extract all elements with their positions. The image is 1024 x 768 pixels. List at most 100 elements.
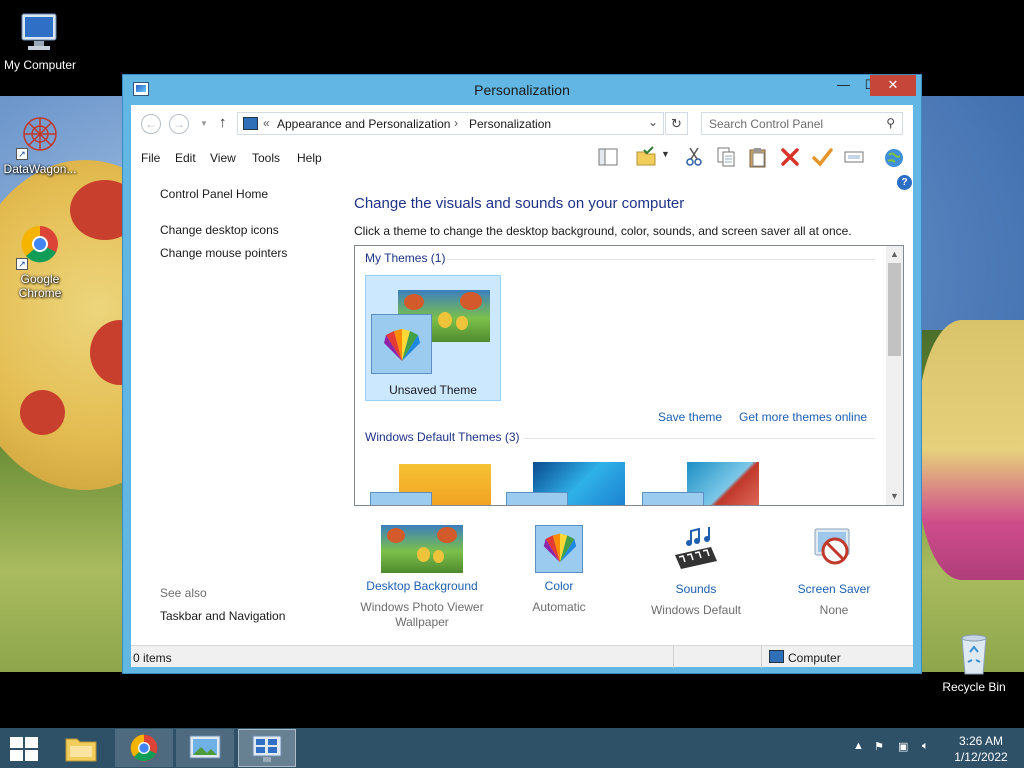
taskbar-clock[interactable]: 3:26 AM 1/12/2022 <box>948 733 1014 765</box>
desktop-background-value: Windows Photo Viewer Wallpaper <box>360 600 484 629</box>
control-panel-icon <box>243 117 258 130</box>
window-title: Personalization <box>474 82 570 98</box>
action-center-flag-icon[interactable]: ⚑ <box>874 740 884 753</box>
properties-check-icon[interactable] <box>811 146 833 168</box>
theme-unsaved-label: Unsaved Theme <box>389 383 477 397</box>
menu-help[interactable]: Help <box>297 151 322 165</box>
desktop-icon-recycle-bin[interactable]: Recycle Bin <box>934 630 1014 694</box>
group-divider <box>523 438 875 439</box>
taskbar-control-panel[interactable] <box>238 729 296 767</box>
computer-icon <box>16 8 64 56</box>
change-mouse-pointers-link[interactable]: Change mouse pointers <box>160 246 287 260</box>
desktop-icon-datawagon[interactable]: ↗ DataWagon... <box>0 112 80 176</box>
scroll-down-arrow-icon[interactable]: ▼ <box>886 488 903 505</box>
folder-options-icon[interactable] <box>635 146 657 168</box>
minimize-button[interactable]: — <box>830 75 857 96</box>
preview-pane-icon[interactable] <box>597 146 619 168</box>
address-row: ← → ▼ ↑ « Appearance and Personalization… <box>131 105 913 141</box>
breadcrumb-separator[interactable]: › <box>454 116 458 130</box>
sounds-item[interactable]: Sounds Windows Default <box>628 525 764 618</box>
desktop-icon-my-computer[interactable]: My Computer <box>0 8 80 72</box>
status-items-count: 0 items <box>133 651 172 665</box>
address-overflow[interactable]: « <box>263 116 270 130</box>
page-title: Change the visuals and sounds on your co… <box>354 195 685 212</box>
forward-button[interactable]: → <box>169 114 189 134</box>
taskbar-chrome[interactable] <box>115 729 173 767</box>
windows-logo-icon <box>10 737 23 748</box>
close-button[interactable]: ✕ <box>870 75 916 96</box>
window-titlebar[interactable]: Personalization — ☐ ✕ <box>123 75 921 105</box>
menu-tools[interactable]: Tools <box>252 151 280 165</box>
my-themes-title: My Themes (1) <box>365 251 446 265</box>
search-input[interactable] <box>702 113 872 134</box>
theme-list[interactable]: My Themes (1) Unsaved Theme Save theme G… <box>354 245 904 506</box>
chrome-icon: ↗ <box>16 222 64 270</box>
desktop-icon-google-chrome[interactable]: ↗ Google Chrome <box>0 222 80 300</box>
recycle-bin-icon <box>950 630 998 678</box>
folder-options-dropdown-icon[interactable]: ▼ <box>661 149 683 171</box>
color-item[interactable]: Color Automatic <box>491 525 627 615</box>
sounds-label[interactable]: Sounds <box>628 582 764 596</box>
search-box: ⚲ <box>701 112 903 135</box>
show-hidden-icons-button[interactable]: ▲ <box>853 740 864 752</box>
up-button[interactable]: ↑ <box>219 114 227 131</box>
change-desktop-icons-link[interactable]: Change desktop icons <box>160 223 279 237</box>
save-theme-link[interactable]: Save theme <box>658 410 722 424</box>
menu-edit[interactable]: Edit <box>175 151 196 165</box>
paste-icon[interactable] <box>747 146 769 168</box>
theme-color-chip <box>642 492 704 505</box>
shortcut-arrow-icon: ↗ <box>16 148 28 160</box>
default-themes-title: Windows Default Themes (3) <box>365 430 520 444</box>
color-fan-icon <box>543 533 577 563</box>
desktop-background-label[interactable]: Desktop Background <box>354 579 490 593</box>
color-swatch <box>535 525 583 573</box>
get-more-themes-link[interactable]: Get more themes online <box>739 410 867 424</box>
start-button[interactable] <box>10 737 38 761</box>
scroll-up-arrow-icon[interactable]: ▲ <box>886 246 903 263</box>
screen-saver-value: None <box>819 603 849 617</box>
cut-icon[interactable] <box>683 146 705 168</box>
desktop-background-thumbnail <box>381 525 463 573</box>
desktop-background-item[interactable]: Desktop Background Windows Photo Viewer … <box>354 525 490 630</box>
network-icon[interactable]: ▣ <box>898 740 908 753</box>
see-also-title: See also <box>160 586 207 600</box>
breadcrumb-personalization[interactable]: Personalization <box>469 117 551 131</box>
rename-icon[interactable] <box>843 146 865 168</box>
screen-saver-item[interactable]: Screen Saver None <box>766 525 902 618</box>
menu-file[interactable]: File <box>141 151 160 165</box>
shortcut-arrow-icon: ↗ <box>16 258 28 270</box>
theme-unsaved[interactable]: Unsaved Theme <box>365 275 501 401</box>
screen-saver-icon <box>814 528 850 565</box>
control-panel-icon <box>252 735 282 762</box>
refresh-button[interactable]: ↻ <box>665 112 688 135</box>
theme-color-chip <box>370 492 432 505</box>
recent-locations-button[interactable]: ▼ <box>200 119 208 128</box>
screen-saver-label[interactable]: Screen Saver <box>766 582 902 596</box>
delete-icon[interactable] <box>779 146 801 168</box>
breadcrumb-appearance[interactable]: Appearance and Personalization <box>277 117 450 131</box>
internet-globe-icon[interactable] <box>883 146 905 168</box>
copy-icon[interactable] <box>715 146 737 168</box>
taskbar-photo-viewer[interactable] <box>176 729 234 767</box>
theme-color-chip <box>506 492 568 505</box>
control-panel-home-link[interactable]: Control Panel Home <box>160 187 268 201</box>
clock-date: 1/12/2022 <box>954 750 1008 764</box>
back-button[interactable]: ← <box>141 114 161 134</box>
page-description: Click a theme to change the desktop back… <box>354 224 852 238</box>
help-icon[interactable]: ? <box>897 175 912 190</box>
taskbar-file-explorer[interactable] <box>52 729 110 767</box>
clock-time: 3:26 AM <box>958 734 1004 748</box>
color-label[interactable]: Color <box>491 579 627 593</box>
menu-view[interactable]: View <box>210 151 236 165</box>
status-divider <box>673 646 674 668</box>
personalization-window: Personalization — ☐ ✕ ← → ▼ ↑ « Appearan… <box>122 74 922 674</box>
address-bar[interactable]: « Appearance and Personalization › Perso… <box>237 112 664 135</box>
window-client: ← → ▼ ↑ « Appearance and Personalization… <box>131 105 913 668</box>
photo-viewer-icon <box>189 735 221 759</box>
volume-muted-icon[interactable]: 🔈︎ <box>922 740 929 753</box>
address-dropdown-icon[interactable]: ⌄ <box>648 115 658 129</box>
taskbar-and-navigation-link[interactable]: Taskbar and Navigation <box>160 609 285 623</box>
color-value: Automatic <box>532 600 586 614</box>
scroll-thumb[interactable] <box>888 263 901 356</box>
search-icon[interactable]: ⚲ <box>886 116 895 130</box>
